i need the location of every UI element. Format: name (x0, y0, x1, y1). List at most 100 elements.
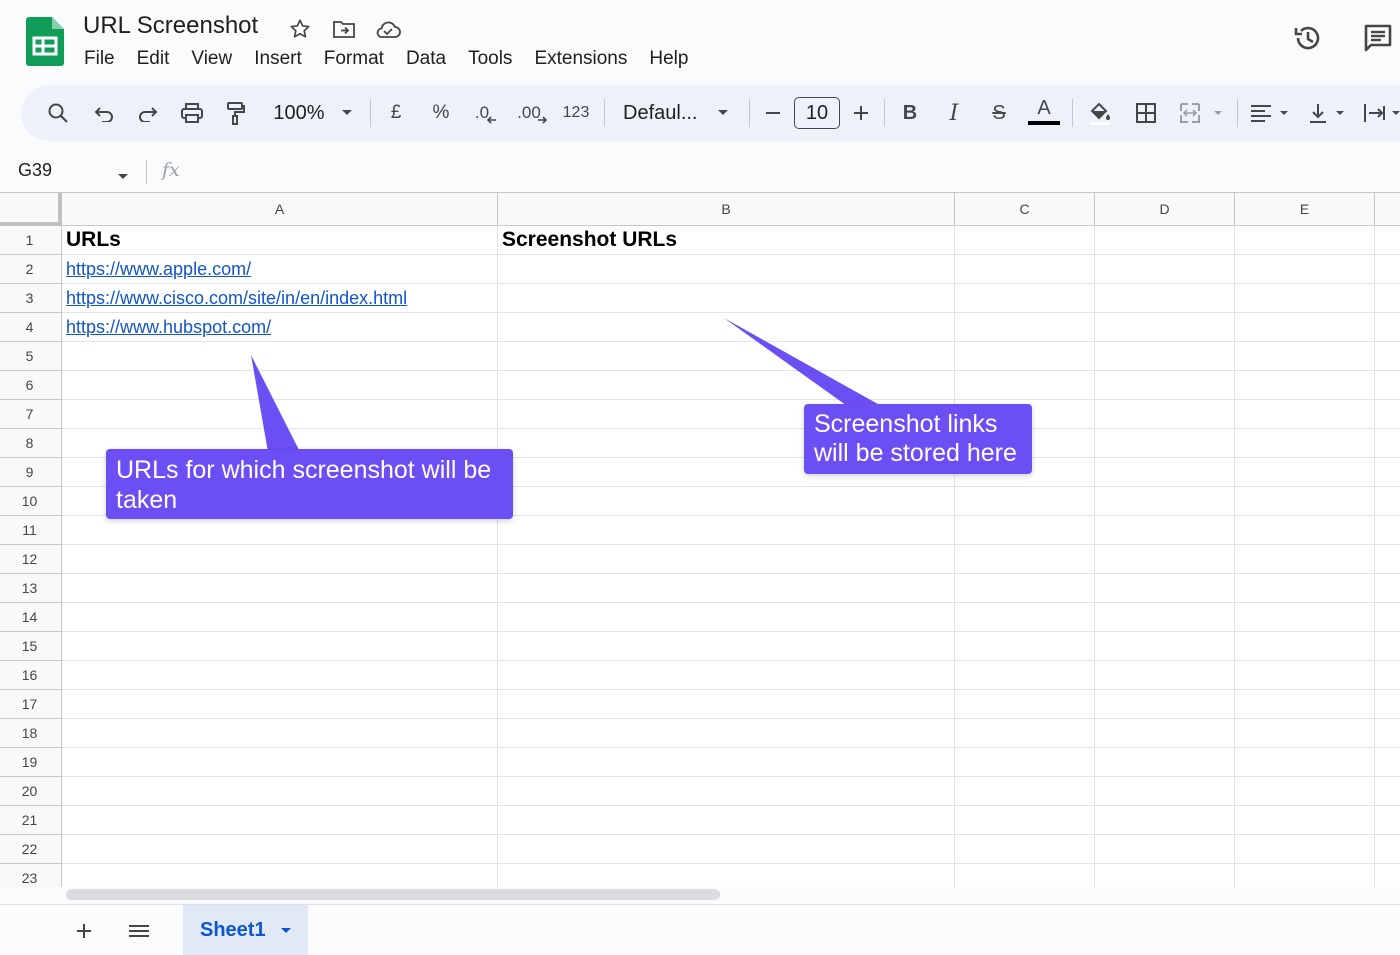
cell-a21[interactable] (62, 806, 498, 835)
bold-button[interactable]: B (898, 85, 922, 141)
row-header-12[interactable]: 12 (0, 545, 62, 574)
cell-e7[interactable] (1235, 400, 1375, 429)
cell-f22[interactable] (1375, 835, 1400, 864)
cell-e18[interactable] (1235, 719, 1375, 748)
cell-b16[interactable] (498, 661, 955, 690)
cell-e21[interactable] (1235, 806, 1375, 835)
cell-a14[interactable] (62, 603, 498, 632)
row-header-5[interactable]: 5 (0, 342, 62, 371)
horizontal-scrollbar[interactable] (66, 889, 720, 900)
cell-b21[interactable] (498, 806, 955, 835)
cell-e23[interactable] (1235, 864, 1375, 887)
cell-b12[interactable] (498, 545, 955, 574)
cell-c19[interactable] (955, 748, 1095, 777)
cell-e10[interactable] (1235, 487, 1375, 516)
cell-c6[interactable] (955, 371, 1095, 400)
cell-b5[interactable] (498, 342, 955, 371)
cell-b17[interactable] (498, 690, 955, 719)
cell-d17[interactable] (1095, 690, 1235, 719)
row-header-2[interactable]: 2 (0, 255, 62, 284)
cell-f23[interactable] (1375, 864, 1400, 887)
cell-b11[interactable] (498, 516, 955, 545)
cell-f8[interactable] (1375, 429, 1400, 458)
cell-d20[interactable] (1095, 777, 1235, 806)
cell-d16[interactable] (1095, 661, 1235, 690)
font-size-input[interactable]: 10 (794, 97, 840, 129)
column-header-a[interactable]: A (62, 193, 498, 226)
cell-c2[interactable] (955, 255, 1095, 284)
cell-a16[interactable] (62, 661, 498, 690)
menu-tools[interactable]: Tools (468, 47, 512, 70)
cell-c10[interactable] (955, 487, 1095, 516)
cell-c16[interactable] (955, 661, 1095, 690)
cell-e1[interactable] (1235, 226, 1375, 255)
row-header-9[interactable]: 9 (0, 458, 62, 487)
row-header-18[interactable]: 18 (0, 719, 62, 748)
cell-c3[interactable] (955, 284, 1095, 313)
horizontal-align-icon[interactable] (1247, 85, 1293, 141)
cell-c1[interactable] (955, 226, 1095, 255)
cell-a4[interactable]: https://www.hubspot.com/ (62, 313, 498, 342)
cell-e9[interactable] (1235, 458, 1375, 487)
redo-icon[interactable] (133, 85, 163, 141)
cell-d9[interactable] (1095, 458, 1235, 487)
cell-d2[interactable] (1095, 255, 1235, 284)
text-color-button[interactable]: A (1027, 85, 1061, 141)
move-folder-icon[interactable] (329, 16, 359, 42)
cell-c4[interactable] (955, 313, 1095, 342)
row-header-6[interactable]: 6 (0, 371, 62, 400)
row-header-7[interactable]: 7 (0, 400, 62, 429)
format-currency-button[interactable]: £ (385, 85, 407, 141)
menu-insert[interactable]: Insert (254, 47, 302, 70)
cell-a7[interactable] (62, 400, 498, 429)
zoom-select[interactable]: 100% (269, 85, 329, 141)
cell-d1[interactable] (1095, 226, 1235, 255)
sheets-logo-icon[interactable] (26, 17, 64, 66)
name-box-chevron-down-icon[interactable] (117, 168, 129, 186)
menu-view[interactable]: View (191, 47, 232, 70)
cell-f2[interactable] (1375, 255, 1400, 284)
row-header-22[interactable]: 22 (0, 835, 62, 864)
cell-e8[interactable] (1235, 429, 1375, 458)
cell-b2[interactable] (498, 255, 955, 284)
row-header-20[interactable]: 20 (0, 777, 62, 806)
row-header-21[interactable]: 21 (0, 806, 62, 835)
cell-d14[interactable] (1095, 603, 1235, 632)
cell-f6[interactable] (1375, 371, 1400, 400)
row-header-16[interactable]: 16 (0, 661, 62, 690)
menu-data[interactable]: Data (406, 47, 446, 70)
cell-c15[interactable] (955, 632, 1095, 661)
cell-d15[interactable] (1095, 632, 1235, 661)
cell-e12[interactable] (1235, 545, 1375, 574)
cell-f13[interactable] (1375, 574, 1400, 603)
cell-f5[interactable] (1375, 342, 1400, 371)
cell-a20[interactable] (62, 777, 498, 806)
cell-f3[interactable] (1375, 284, 1400, 313)
cell-c23[interactable] (955, 864, 1095, 887)
cell-e15[interactable] (1235, 632, 1375, 661)
cell-e6[interactable] (1235, 371, 1375, 400)
undo-icon[interactable] (89, 85, 119, 141)
cell-a1[interactable]: URLs (62, 226, 498, 255)
cell-a19[interactable] (62, 748, 498, 777)
cell-d11[interactable] (1095, 516, 1235, 545)
spreadsheet-grid[interactable]: A B C D E 1 URLs Screenshot URLs 2 https://www.ap… (0, 192, 1400, 887)
column-header-f[interactable] (1375, 193, 1400, 226)
all-sheets-menu-icon[interactable] (123, 915, 155, 947)
cell-a18[interactable] (62, 719, 498, 748)
cell-a6[interactable] (62, 371, 498, 400)
row-header-17[interactable]: 17 (0, 690, 62, 719)
cell-d19[interactable] (1095, 748, 1235, 777)
cell-e4[interactable] (1235, 313, 1375, 342)
zoom-chevron-down-icon[interactable] (337, 85, 357, 141)
cell-b15[interactable] (498, 632, 955, 661)
cell-c18[interactable] (955, 719, 1095, 748)
cell-d10[interactable] (1095, 487, 1235, 516)
menu-format[interactable]: Format (324, 47, 384, 70)
cell-e20[interactable] (1235, 777, 1375, 806)
cell-f20[interactable] (1375, 777, 1400, 806)
increase-font-size-icon[interactable] (849, 85, 873, 141)
select-all-corner[interactable] (0, 193, 62, 226)
cloud-saved-icon[interactable] (373, 16, 403, 42)
cell-f17[interactable] (1375, 690, 1400, 719)
